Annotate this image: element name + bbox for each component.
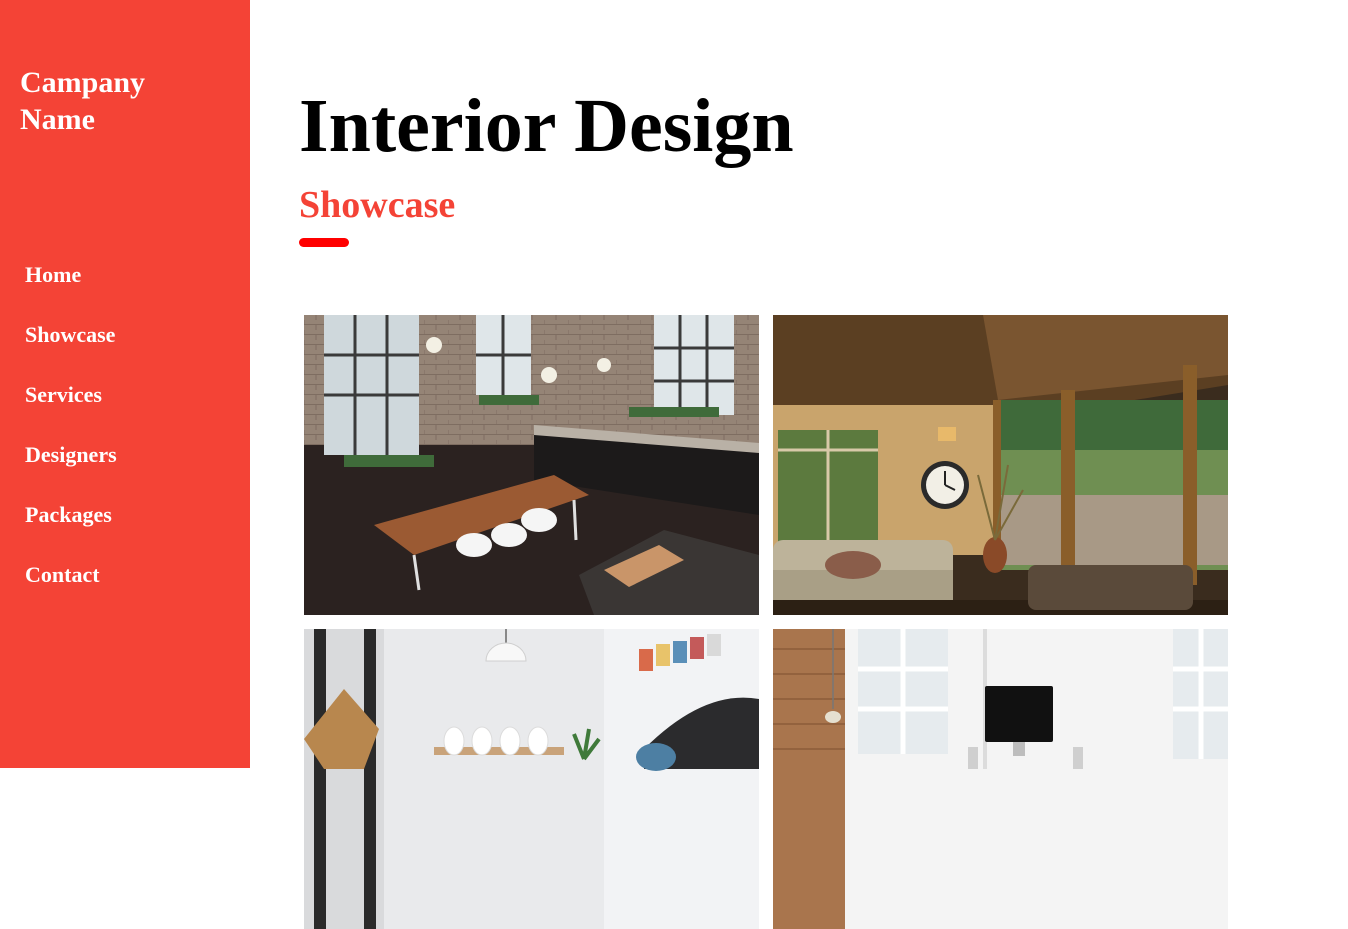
nav-item-label: Showcase <box>25 322 116 347</box>
gallery-image-dining-room[interactable] <box>304 629 759 929</box>
sidebar: Campany Name Home Showcase Services Desi… <box>0 0 250 768</box>
company-name[interactable]: Campany Name <box>20 64 220 138</box>
nav-item-services[interactable]: Services <box>0 365 250 425</box>
title-underline <box>299 238 349 247</box>
page-title: Interior Design <box>299 84 794 168</box>
dining-room-photo-icon <box>304 629 759 929</box>
nav-item-contact[interactable]: Contact <box>0 545 250 605</box>
nav-menu: Home Showcase Services Designers Package… <box>0 245 250 605</box>
nav-item-label: Services <box>25 382 102 407</box>
nav-item-label: Designers <box>25 442 117 467</box>
nav-item-home[interactable]: Home <box>0 245 250 305</box>
main-content: Interior Design Showcase <box>250 0 1348 929</box>
workspace-photo-icon <box>773 629 1228 929</box>
nav-item-packages[interactable]: Packages <box>0 485 250 545</box>
living-room-porch-photo-icon <box>773 315 1228 615</box>
gallery-image-living-room[interactable] <box>773 315 1228 615</box>
nav-item-label: Contact <box>25 562 100 587</box>
section-subtitle: Showcase <box>299 184 456 226</box>
nav-item-designers[interactable]: Designers <box>0 425 250 485</box>
nav-item-label: Packages <box>25 502 112 527</box>
nav-item-label: Home <box>25 262 82 287</box>
gallery-image-loft-kitchen[interactable] <box>304 315 759 615</box>
nav-item-showcase[interactable]: Showcase <box>0 305 250 365</box>
gallery-image-workspace[interactable] <box>773 629 1228 929</box>
loft-kitchen-photo-icon <box>304 315 759 615</box>
